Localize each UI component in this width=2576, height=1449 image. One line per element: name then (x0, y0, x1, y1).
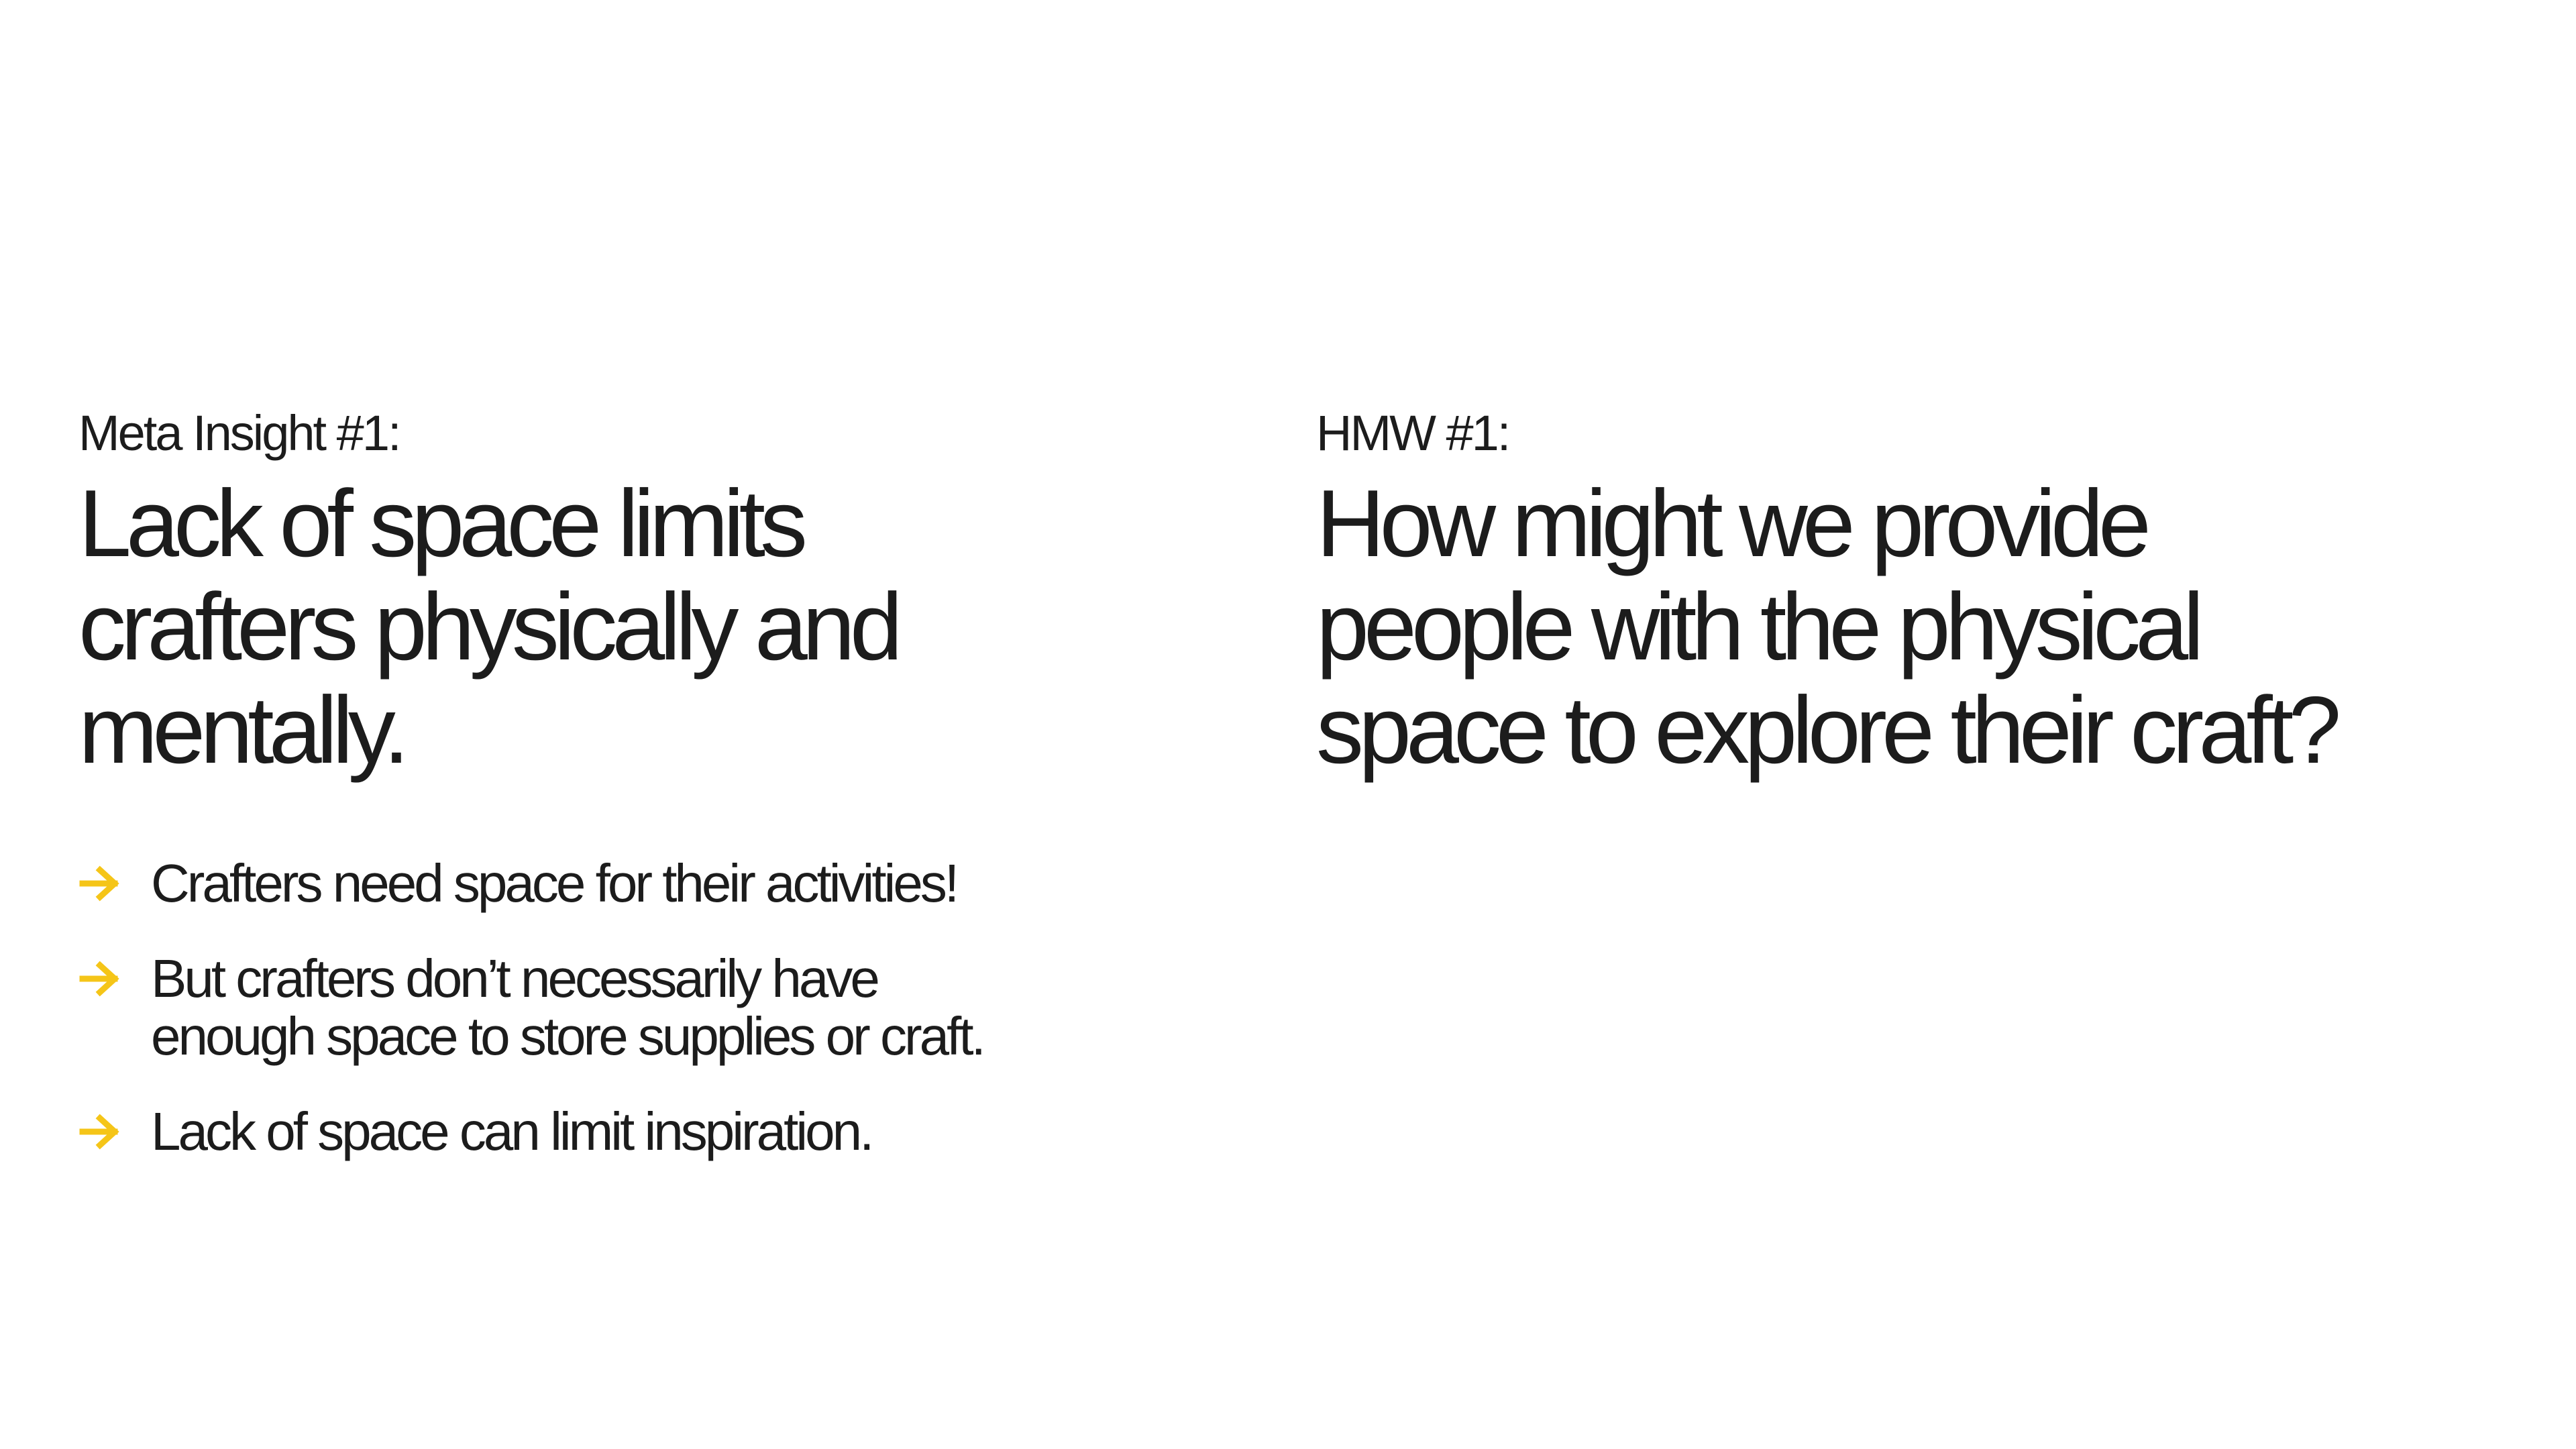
list-item: But crafters don’t necessarily have enou… (78, 950, 1219, 1065)
arrow-right-icon (78, 950, 127, 1008)
meta-insight-label: Meta Insight #1: (78, 405, 402, 461)
headline-line: crafters physically and (78, 574, 903, 680)
headline-line: people with the physical (1316, 574, 2204, 680)
slide: Meta Insight #1: Lack of space limits cr… (0, 0, 2576, 1449)
hmw-headline: How might we provide people with the phy… (1316, 472, 2524, 782)
bullet-text: Crafters need space for their activities… (151, 853, 959, 913)
list-item: Lack of space can limit inspiration. (78, 1103, 1219, 1161)
bullet-line: enough space to store supplies or craft. (151, 1006, 986, 1066)
headline-line: mentally. (78, 677, 410, 784)
arrow-right-icon (78, 1103, 127, 1161)
bullet-line: Lack of space can limit inspiration. (151, 1102, 874, 1161)
insight-bullet-list: Crafters need space for their activities… (78, 855, 1219, 1161)
headline-line: space to explore their craft? (1316, 677, 2341, 784)
meta-insight-column: Meta Insight #1: Lack of space limits cr… (78, 400, 1219, 1198)
bullet-line: But crafters don’t necessarily have (151, 949, 880, 1008)
hmw-column: HMW #1: How might we provide people with… (1316, 400, 2524, 782)
headline-line: How might we provide (1316, 470, 2151, 577)
meta-insight-headline: Lack of space limits crafters physically… (78, 472, 1219, 782)
bullet-text: But crafters don’t necessarily have enou… (151, 949, 986, 1066)
hmw-label: HMW #1: (1316, 405, 1511, 461)
bullet-line: Crafters need space for their activities… (151, 853, 959, 913)
arrow-right-icon (78, 855, 127, 912)
list-item: Crafters need space for their activities… (78, 855, 1219, 912)
headline-line: Lack of space limits (78, 470, 808, 577)
bullet-text: Lack of space can limit inspiration. (151, 1102, 874, 1161)
